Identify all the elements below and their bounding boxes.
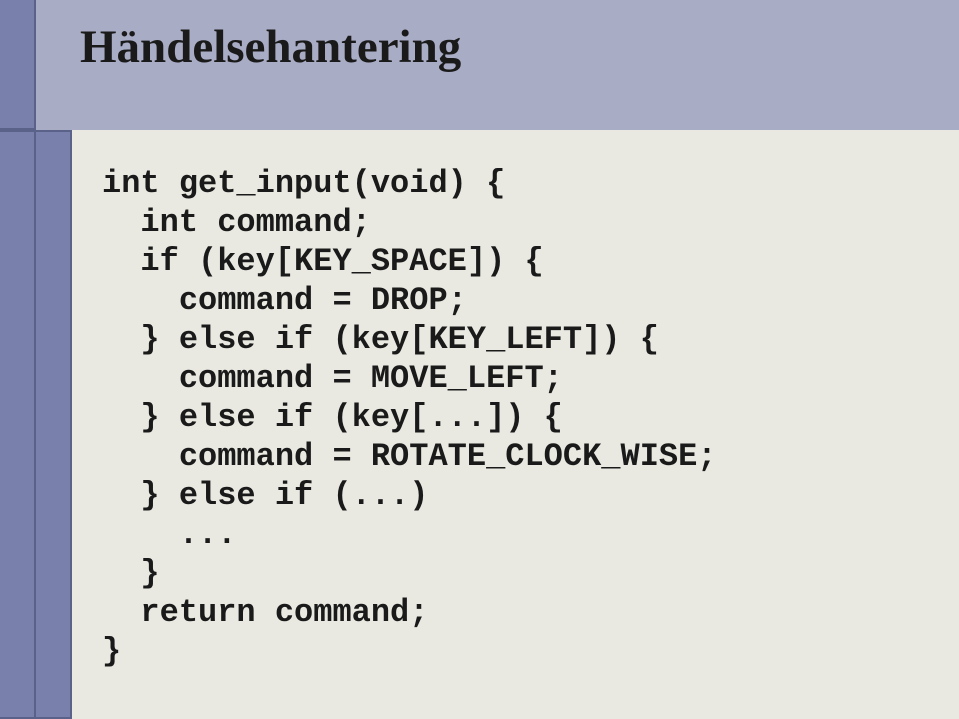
- code-line: return command;: [102, 594, 428, 631]
- code-line: } else if (key[KEY_LEFT]) {: [102, 321, 659, 358]
- page-title: Händelsehantering: [80, 20, 461, 74]
- code-line: int command;: [102, 204, 371, 241]
- code-line: if (key[KEY_SPACE]) {: [102, 243, 544, 280]
- content-panel: int get_input(void) { int command; if (k…: [72, 130, 959, 719]
- code-line: } else if (...): [102, 477, 428, 514]
- code-line: ...: [102, 516, 236, 553]
- sidebar-bar-right: [36, 130, 72, 719]
- code-line: } else if (key[...]) {: [102, 399, 563, 436]
- code-line: command = MOVE_LEFT;: [102, 360, 563, 397]
- sidebar-bar-bottom: [0, 130, 36, 719]
- code-line: }: [102, 633, 121, 670]
- code-line: }: [102, 555, 160, 592]
- sidebar-decoration: [0, 0, 72, 719]
- code-line: int get_input(void) {: [102, 165, 505, 202]
- code-block: int get_input(void) { int command; if (k…: [102, 164, 929, 671]
- sidebar-bar-top: [0, 0, 36, 130]
- code-line: command = ROTATE_CLOCK_WISE;: [102, 438, 717, 475]
- code-line: command = DROP;: [102, 282, 467, 319]
